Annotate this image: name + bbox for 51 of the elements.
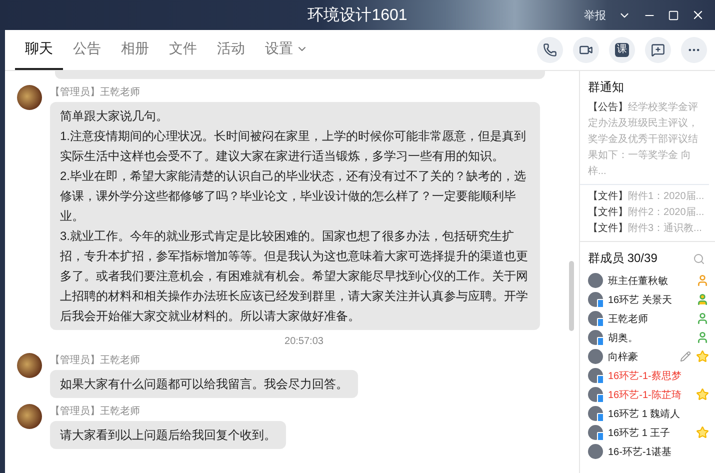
pencil-icon[interactable] <box>680 351 691 362</box>
phone-icon <box>543 43 557 57</box>
video-button[interactable] <box>573 37 599 63</box>
message-text: 1.注意疫情期间的心理状况。长时间被闷在家里，上学的时候你可能非常愿意，但是真到实际生活中这样也会受不了。建议大家在家进行适当锻炼，多学习一些有用的知识。 <box>60 128 528 165</box>
member-item[interactable]: 班主任董秋敏 <box>580 271 715 290</box>
avatar <box>588 273 603 288</box>
maximize-icon[interactable] <box>668 10 679 20</box>
file-item[interactable]: 【文件】附件2：2020届... <box>580 205 715 221</box>
notice-title: 群通知 <box>587 79 625 96</box>
video-icon <box>579 43 593 57</box>
avatar[interactable] <box>17 353 42 378</box>
tab[interactable]: 聊天 <box>15 30 63 70</box>
sender-name: 【管理员】王乾老师 <box>50 86 140 99</box>
tab[interactable]: 设置 <box>255 30 318 70</box>
members-title: 群成员 30/39 <box>588 250 658 267</box>
announcement-text[interactable]: 【公告】经学校奖学金评定办法及班级民主评议，奖学金及优秀干部评议结果如下：一等奖学金 向梓... <box>580 100 709 185</box>
lesson-button[interactable]: 课 <box>609 37 635 63</box>
add-comment-icon <box>651 43 665 57</box>
window-title: 环境设计1601 <box>308 6 408 26</box>
member-item[interactable]: 16环艺 1 魏靖人 <box>580 404 715 423</box>
tab[interactable]: 活动 <box>207 30 255 70</box>
scrollbar-thumb[interactable] <box>569 261 574 331</box>
message-text: 简单跟大家说几句。 <box>60 108 169 125</box>
member-item[interactable]: 王乾老师 <box>580 309 715 328</box>
tab[interactable]: 相册 <box>111 30 159 70</box>
message-text: 3.就业工作。今年的就业形式肯定是比较困难的。国家也想了很多办法，包括研究生扩招，专升本扩招，参军指标增加等等。但是我认为这也意味着大家可选择提升的渠道也更多了。或者我们要注意机会，有困难就有机会。希望大家能尽早找到心仪的工作。关于网上招聘的材料和相关操作办法班长应该已经发到群里，请大家关注并认真参与应聘。开学后我会开始催大家交就业材料的。所以请大家做好准备。 <box>60 228 529 325</box>
file-item[interactable]: 【文件】附件1：2020届... <box>580 189 715 205</box>
member-item[interactable]: 16-环艺-1谌基 <box>580 442 715 461</box>
message-text: 2.毕业在即，希望大家能清楚的认识自己的毕业状态，还有没有过不了关的？缺考的，选修课，课外学分这些都修够了吗？毕业论文，毕业设计做的怎么样了？一定要能顺利毕业。 <box>60 168 528 225</box>
message-text: 如果大家有什么问题都可以给我留言。我会尽力回答。 <box>60 376 348 393</box>
sender-name: 【管理员】王乾老师 <box>50 354 140 367</box>
close-icon[interactable] <box>691 8 705 22</box>
phone-button[interactable] <box>537 37 563 63</box>
report-link[interactable]: 举报 <box>584 8 606 22</box>
member-item[interactable]: 16环艺 关景天 <box>580 290 715 309</box>
member-item[interactable]: 16环艺-1-蔡思梦 <box>580 366 715 385</box>
member-item[interactable]: 向梓豪 <box>580 347 715 366</box>
member-item[interactable]: 16环艺 1 王子 <box>580 423 715 442</box>
tab[interactable]: 公告 <box>63 30 111 70</box>
timestamp: 20:57:03 <box>284 336 324 347</box>
avatar[interactable] <box>17 85 42 110</box>
sender-name: 【管理员】王乾老师 <box>50 404 140 418</box>
tab[interactable]: 文件 <box>159 30 207 70</box>
avatar <box>588 349 603 364</box>
avatar[interactable] <box>17 404 42 429</box>
avatar <box>588 444 603 459</box>
message-text: 请大家看到以上问题后给我回复个收到。 <box>60 427 276 444</box>
member-item[interactable]: 胡奥。 <box>580 328 715 347</box>
add-comment-button[interactable] <box>645 37 671 63</box>
member-item[interactable]: 16环艺-1-陈芷琦 <box>580 385 715 404</box>
file-item[interactable]: 【文件】附件3：通识教... <box>580 221 715 237</box>
